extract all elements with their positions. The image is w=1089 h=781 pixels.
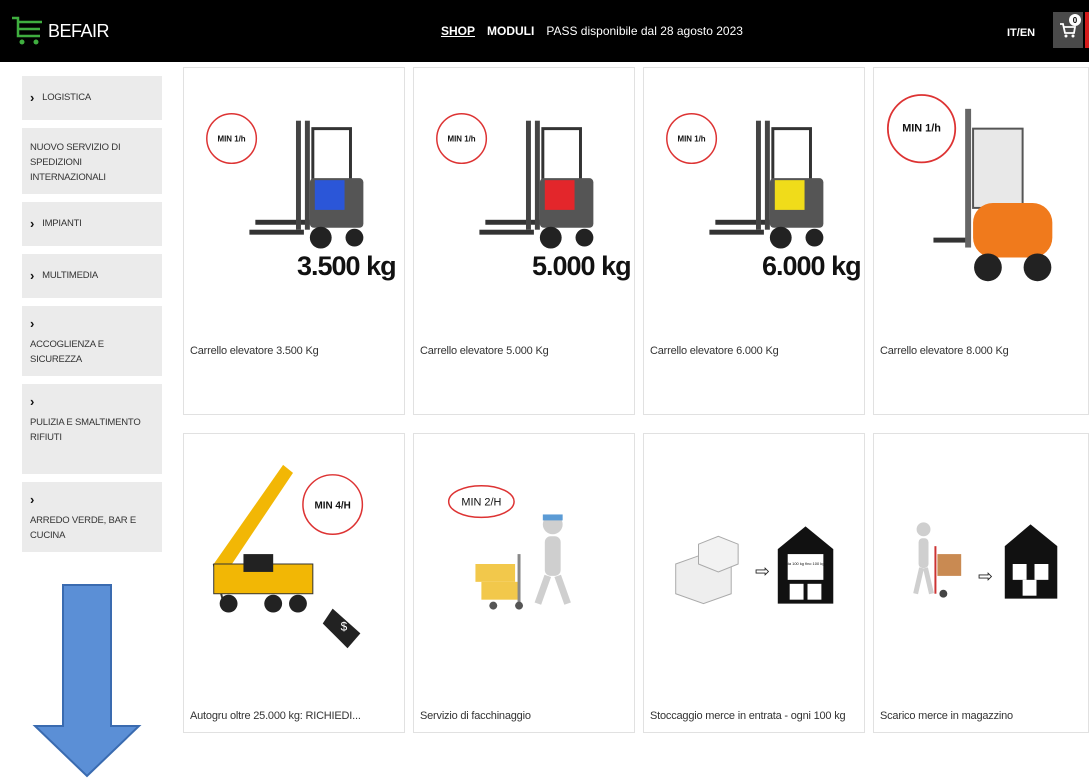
scroll-down-arrow-icon bbox=[32, 584, 142, 778]
sidebar-item-label: IMPIANTI bbox=[42, 218, 82, 230]
forklift-image: MIN 1/h bbox=[436, 113, 594, 249]
sidebar-item-logistica[interactable]: › LOGISTICA bbox=[22, 76, 162, 120]
forklift-image: MIN 1/h bbox=[886, 94, 1053, 282]
nav-shop[interactable]: SHOP bbox=[441, 24, 475, 38]
product-title: Stoccaggio merce in entrata - ogni 100 k… bbox=[650, 710, 846, 722]
product-card[interactable]: MIN 1/h 6.000 kg Carrello elevatore 6.00… bbox=[643, 67, 865, 415]
logo-text: BEFAIR bbox=[48, 20, 110, 41]
category-sidebar: › LOGISTICA NUOVO SERVIZIO DI SPEDIZIONI… bbox=[22, 76, 162, 560]
svg-text:$: $ bbox=[341, 619, 348, 633]
warehouse-label: da 100 kg fino 100 kg bbox=[787, 561, 825, 566]
forklift-body-color bbox=[544, 180, 575, 210]
weight-label: 6.000 kg bbox=[762, 251, 862, 281]
sidebar-item-label: ARREDO VERDE, BAR E CUCINA bbox=[30, 514, 137, 541]
product-card[interactable]: ⇨ da 100 kg fino 100 kg Stoccaggio merce… bbox=[643, 433, 865, 733]
min-badge-text: MIN 1/h bbox=[448, 135, 476, 144]
forklift-image: MIN 1/h bbox=[206, 113, 364, 249]
chevron-right-icon: › bbox=[30, 492, 35, 507]
logo[interactable]: BEFAIR bbox=[10, 14, 110, 48]
main-nav: SHOP MODULI PASS disponibile dal 28 agos… bbox=[441, 24, 743, 38]
forklift-body-color bbox=[314, 180, 345, 210]
cart-logo-icon bbox=[12, 16, 42, 45]
product-title: Scarico merce in magazzino bbox=[880, 710, 1013, 722]
sidebar-item-label: MULTIMEDIA bbox=[42, 270, 99, 282]
sidebar-item-label: LOGISTICA bbox=[42, 92, 92, 104]
min-badge-text: MIN 2/H bbox=[461, 497, 501, 509]
product-title: Carrello elevatore 8.000 Kg bbox=[880, 345, 1009, 357]
chevron-right-icon: › bbox=[30, 267, 35, 283]
min-badge-text: MIN 4/H bbox=[315, 501, 351, 512]
product-card[interactable]: MIN 4/H $ Autogru oltre 25.000 kg: RICHI… bbox=[183, 433, 405, 733]
product-card[interactable]: MIN 2/H Servizio di facchinaggio bbox=[413, 433, 635, 733]
sidebar-item-label: NUOVO SERVIZIO DI SPEDIZIONI INTERNAZION… bbox=[30, 142, 121, 184]
product-title: Autogru oltre 25.000 kg: RICHIEDI... bbox=[190, 710, 361, 722]
sidebar-item-impianti[interactable]: › IMPIANTI bbox=[22, 202, 162, 246]
product-grid: MIN 1/h 3.500 kg Carrello elevatore 3.50… bbox=[183, 67, 1089, 781]
sidebar-item-label: ACCOGLIENZA E SICUREZZA bbox=[30, 338, 104, 365]
nav-moduli[interactable]: MODULI bbox=[487, 24, 534, 38]
forklift-body-color bbox=[973, 202, 1053, 258]
chevron-right-icon: › bbox=[30, 394, 35, 409]
product-card[interactable]: MIN 1/h 5.000 kg Carrello elevatore 5.00… bbox=[413, 67, 635, 415]
sidebar-item-multimedia[interactable]: › MULTIMEDIA bbox=[22, 254, 162, 298]
sidebar-item-spedizioni[interactable]: NUOVO SERVIZIO DI SPEDIZIONI INTERNAZION… bbox=[22, 128, 162, 194]
crane-image: MIN 4/H $ bbox=[212, 464, 364, 649]
top-header: BEFAIR SHOP MODULI PASS disponibile dal … bbox=[0, 0, 1089, 62]
product-title: Carrello elevatore 5.000 Kg bbox=[420, 345, 549, 357]
language-switch[interactable]: IT/EN bbox=[1007, 27, 1035, 39]
min-badge-text: MIN 1/h bbox=[902, 123, 941, 135]
storage-image: ⇨ da 100 kg fino 100 kg bbox=[675, 526, 834, 605]
product-title: Servizio di facchinaggio bbox=[420, 710, 531, 722]
nav-pass[interactable]: PASS disponibile dal 28 agosto 2023 bbox=[546, 24, 743, 38]
sidebar-item-label: PULIZIA E SMALTIMENTO RIFIUTI bbox=[30, 416, 141, 443]
cart-count-badge: 0 bbox=[1069, 14, 1081, 26]
weight-label: 5.000 kg bbox=[532, 251, 632, 281]
product-card[interactable]: MIN 1/h Carrello elevatore 8.000 Kg bbox=[873, 67, 1089, 415]
cart-button[interactable]: 0 bbox=[1053, 12, 1083, 48]
svg-text:⇨: ⇨ bbox=[978, 566, 993, 587]
product-title: Carrello elevatore 6.000 Kg bbox=[650, 345, 779, 357]
forklift-image: MIN 1/h bbox=[666, 113, 824, 249]
porter-image: MIN 2/H bbox=[447, 484, 571, 610]
unload-image: ⇨ bbox=[913, 522, 1058, 599]
sidebar-item-pulizia[interactable]: › PULIZIA E SMALTIMENTO RIFIUTI bbox=[22, 384, 162, 474]
forklift-body-color bbox=[774, 180, 805, 210]
product-card[interactable]: ⇨ Scarico merce in magazzino bbox=[873, 433, 1089, 733]
chevron-right-icon: › bbox=[30, 316, 35, 331]
product-card[interactable]: MIN 1/h 3.500 kg Carrello elevatore 3.50… bbox=[183, 67, 405, 415]
min-badge-text: MIN 1/h bbox=[218, 135, 246, 144]
product-title: Carrello elevatore 3.500 Kg bbox=[190, 345, 319, 357]
sidebar-item-accoglienza[interactable]: › ACCOGLIENZA E SICUREZZA bbox=[22, 306, 162, 376]
min-badge-text: MIN 1/h bbox=[678, 135, 706, 144]
svg-text:⇨: ⇨ bbox=[755, 561, 770, 582]
accent-strip bbox=[1085, 12, 1089, 48]
chevron-right-icon: › bbox=[30, 89, 35, 105]
weight-label: 3.500 kg bbox=[297, 251, 397, 281]
sidebar-item-arredo[interactable]: › ARREDO VERDE, BAR E CUCINA bbox=[22, 482, 162, 552]
chevron-right-icon: › bbox=[30, 215, 35, 231]
